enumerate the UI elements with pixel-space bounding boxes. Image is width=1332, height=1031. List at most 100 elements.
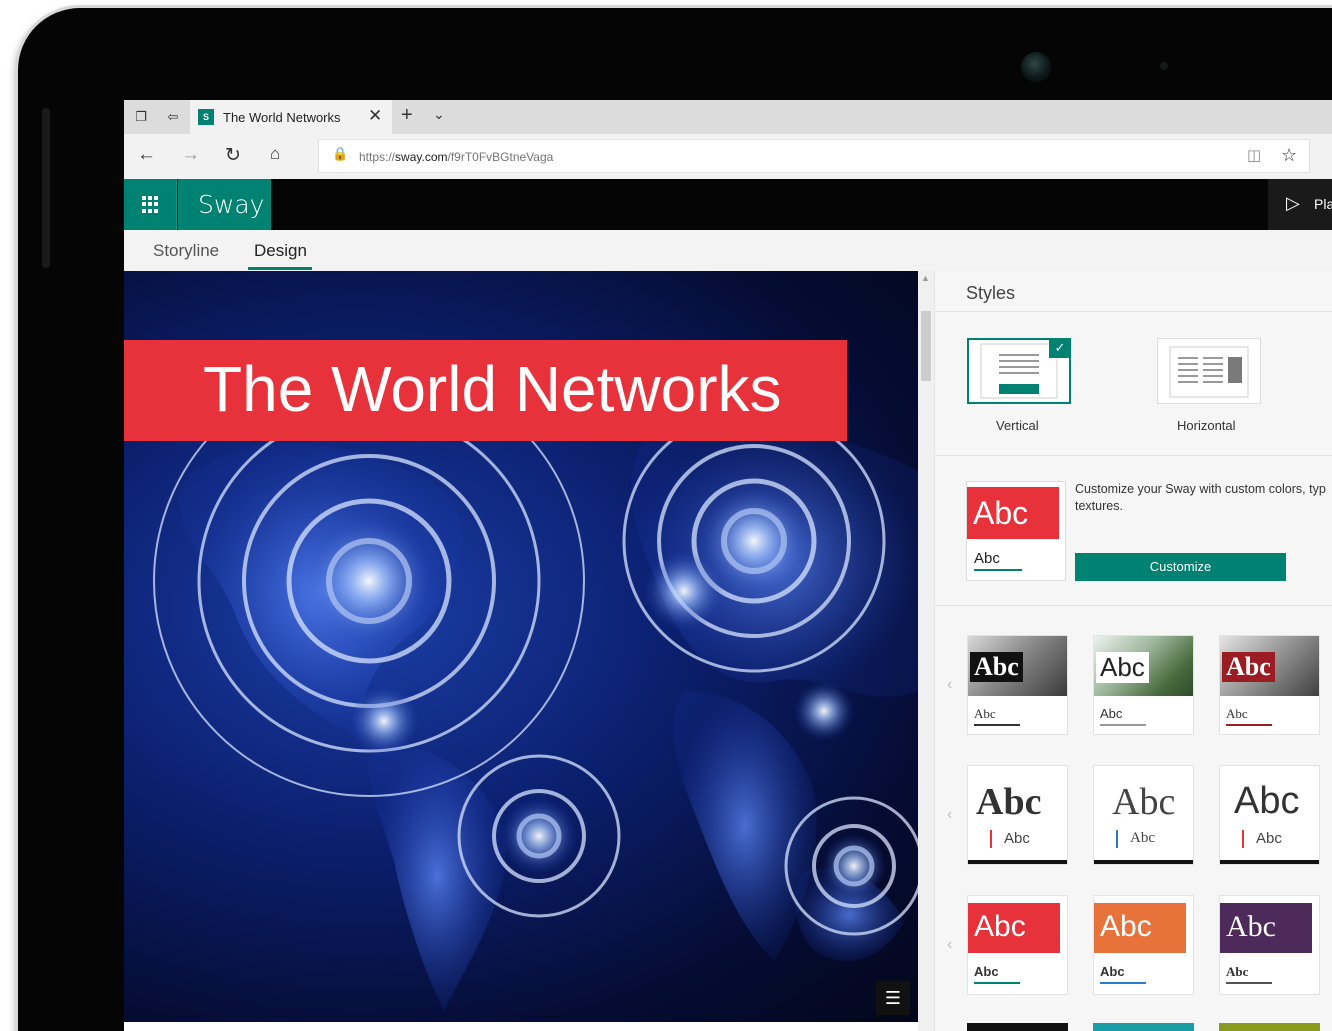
- theme-big-text: Abc: [1112, 781, 1176, 823]
- forward-arrow-icon[interactable]: →: [181, 144, 200, 166]
- customize-description: Customize your Sway with custom colors, …: [1075, 482, 1326, 513]
- chevron-down-icon[interactable]: ⌄: [433, 106, 445, 123]
- play-button[interactable]: ▷ Pla: [1268, 179, 1332, 230]
- pane-divider: [935, 605, 1332, 606]
- design-pane: Styles ✓ Vertical Horizontal Abc Abc Cus…: [934, 271, 1332, 1031]
- theme-accent-bar: [1116, 830, 1118, 848]
- theme-line: [1226, 982, 1272, 984]
- favorite-star-icon[interactable]: ☆: [1281, 145, 1297, 166]
- theme-accent-bar: [990, 830, 992, 848]
- theme-big-text: Abc: [1100, 910, 1152, 943]
- theme-card[interactable]: Abc Abc: [1093, 895, 1194, 995]
- customize-preview-card[interactable]: Abc Abc: [966, 481, 1066, 581]
- chevron-left-icon[interactable]: ‹: [947, 936, 952, 954]
- theme-small-text: Abc: [1130, 830, 1155, 846]
- screen: ❐ ⇦ S The World Networks ✕ + ⌄ ← → ↻ ⌂ 🔒…: [124, 100, 1332, 1031]
- pane-title: Styles: [966, 283, 1016, 303]
- tab-storyline[interactable]: Storyline: [153, 241, 219, 261]
- horizontal-layout-icon: [1169, 346, 1249, 398]
- theme-big-text: Abc: [974, 910, 1026, 943]
- layout-vertical-card[interactable]: ✓: [967, 338, 1071, 404]
- play-icon: ▷: [1286, 193, 1300, 213]
- tab-design[interactable]: Design: [254, 241, 307, 261]
- chevron-left-icon[interactable]: ‹: [947, 806, 952, 824]
- lock-icon: 🔒: [332, 146, 349, 161]
- theme-line: [1100, 724, 1146, 726]
- layout-horizontal-card[interactable]: [1157, 338, 1261, 404]
- close-tab-icon[interactable]: ✕: [368, 106, 382, 126]
- layout-horizontal-label: Horizontal: [1177, 418, 1236, 433]
- theme-small-text: Abc: [974, 706, 996, 721]
- theme-card[interactable]: Abc Abc: [1219, 635, 1320, 735]
- title-banner[interactable]: The World Networks: [124, 340, 847, 441]
- theme-card[interactable]: Abc Abc: [967, 635, 1068, 735]
- theme-small-text: Abc: [1100, 706, 1123, 721]
- pane-divider: [935, 455, 1332, 456]
- theme-card[interactable]: Abc Abc: [967, 765, 1068, 865]
- app-launcher-button[interactable]: [124, 179, 177, 230]
- theme-big-text: Abc: [970, 652, 1023, 682]
- address-bar[interactable]: 🔒 https://sway.com/f9rT0FvBGtneVaga ◫ ☆: [318, 139, 1310, 173]
- back-arrow-icon[interactable]: ←: [137, 144, 156, 166]
- browser-nav-bar: ← → ↻ ⌂ 🔒 https://sway.com/f9rT0FvBGtneV…: [124, 134, 1332, 179]
- theme-small-text: Abc: [1226, 964, 1249, 979]
- theme-line: [1226, 724, 1272, 726]
- theme-card-partial[interactable]: [1219, 1023, 1320, 1031]
- chevron-left-icon[interactable]: ‹: [947, 676, 952, 694]
- theme-bottom-bar: [1094, 860, 1193, 864]
- sway-canvas[interactable]: The World Networks ☰: [124, 271, 918, 1022]
- tab-manager-icon[interactable]: ❐: [132, 108, 150, 126]
- refresh-icon[interactable]: ↻: [225, 144, 241, 167]
- customize-sample-big: Abc: [967, 487, 1059, 539]
- reading-view-icon[interactable]: ◫: [1247, 146, 1261, 164]
- editor-tabs: Storyline Design: [124, 230, 1332, 271]
- theme-big-text: Abc: [1096, 652, 1149, 683]
- theme-big-text: Abc: [976, 781, 1042, 823]
- layout-vertical-label: Vertical: [996, 418, 1039, 433]
- theme-card[interactable]: Abc Abc: [1219, 765, 1320, 865]
- navigation-list-icon[interactable]: ☰: [876, 981, 910, 1015]
- theme-line: [1100, 982, 1146, 984]
- camera-icon: [1021, 52, 1051, 82]
- theme-small-text: Abc: [1004, 830, 1030, 847]
- sway-favicon-icon: S: [198, 109, 214, 125]
- theme-bottom-bar: [1220, 860, 1319, 864]
- customize-button[interactable]: Customize: [1075, 553, 1286, 581]
- theme-bottom-bar: [968, 860, 1067, 864]
- theme-card[interactable]: Abc Abc: [1093, 635, 1194, 735]
- theme-small-text: Abc: [1226, 706, 1248, 721]
- theme-big-text: Abc: [1222, 652, 1275, 682]
- selected-check-icon: ✓: [1049, 338, 1071, 358]
- theme-line: [974, 724, 1020, 726]
- app-brand[interactable]: Sway: [178, 179, 271, 230]
- new-tab-icon[interactable]: +: [401, 104, 413, 127]
- theme-card[interactable]: Abc Abc: [1219, 895, 1320, 995]
- url-text[interactable]: https://sway.com/f9rT0FvBGtneVaga: [359, 150, 553, 164]
- customize-accent-line: [974, 569, 1022, 571]
- browser-tab-bar: ❐ ⇦ S The World Networks ✕ + ⌄: [124, 100, 1332, 134]
- theme-card-partial[interactable]: [1093, 1023, 1194, 1031]
- theme-accent-bar: [1242, 830, 1244, 848]
- theme-big-text: Abc: [1226, 910, 1276, 943]
- theme-small-text: Abc: [1100, 964, 1125, 979]
- theme-big-text: Abc: [1234, 780, 1300, 822]
- browser-tab[interactable]: S The World Networks ✕: [190, 100, 392, 134]
- active-tab-indicator: [248, 267, 312, 270]
- sway-title[interactable]: The World Networks: [203, 352, 782, 426]
- theme-card-partial[interactable]: [967, 1023, 1068, 1031]
- waffle-icon: [142, 196, 159, 213]
- theme-line: [974, 982, 1020, 984]
- play-label: Pla: [1314, 196, 1332, 212]
- scroll-up-icon[interactable]: ▲: [921, 273, 930, 283]
- scroll-thumb[interactable]: [921, 311, 931, 381]
- browser-tab-title: The World Networks: [223, 110, 341, 125]
- device-side-edge: [42, 108, 50, 268]
- pane-divider: [935, 311, 1332, 312]
- home-icon[interactable]: ⌂: [270, 144, 280, 164]
- sensor-icon: [1160, 62, 1168, 70]
- theme-card[interactable]: Abc Abc: [967, 895, 1068, 995]
- set-tabs-aside-icon[interactable]: ⇦: [164, 108, 182, 126]
- canvas-scrollbar[interactable]: ▲: [918, 271, 934, 1031]
- theme-card[interactable]: Abc Abc: [1093, 765, 1194, 865]
- sway-app-bar: Sway ▷ Pla: [124, 179, 1332, 230]
